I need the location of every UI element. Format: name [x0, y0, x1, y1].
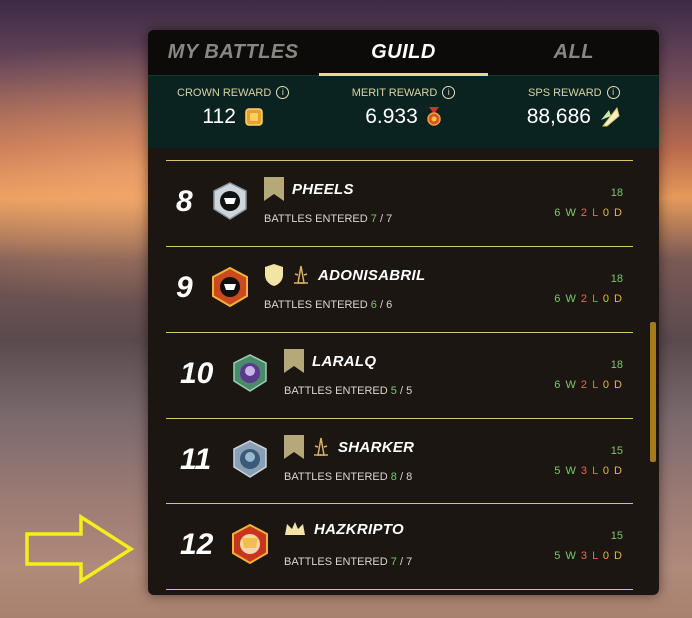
- avatar: [233, 354, 267, 392]
- battles-entered-count: 6: [370, 299, 377, 311]
- merit-reward-label: MERIT REWARD: [351, 86, 438, 99]
- tab-bar: MY BATTLES GUILD ALL: [148, 30, 659, 76]
- list-item[interactable]: 10 LARALQ BATTLES ENTERED 5 / 5 18 6 W 2…: [166, 332, 633, 418]
- sps-reward: SPS REWARD i 88,686: [489, 76, 659, 148]
- sps-reward-label: SPS REWARD: [528, 86, 602, 99]
- battles-entered: BATTLES ENTERED 5 / 5: [284, 385, 413, 397]
- battles-entered-label: BATTLES ENTERED: [284, 385, 388, 397]
- player-score: 15: [610, 530, 623, 542]
- sps-token-icon: [600, 106, 620, 127]
- draws: 0 D: [602, 465, 623, 477]
- losses: 3 L: [580, 465, 599, 477]
- player-name[interactable]: LARALQ: [312, 353, 376, 370]
- battles-entered: BATTLES ENTERED 7 / 7: [264, 213, 393, 225]
- list-scrollbar[interactable]: [650, 322, 656, 462]
- arrow-right-icon: [25, 514, 135, 584]
- battles-entered-count: 7: [390, 556, 397, 568]
- battles-entered: BATTLES ENTERED 6 / 6: [264, 299, 393, 311]
- player-name[interactable]: HAZKRIPTO: [314, 521, 404, 538]
- player-name[interactable]: ADONISABRIL: [318, 267, 425, 284]
- battles-entered-label: BATTLES ENTERED: [284, 556, 388, 568]
- list-item[interactable]: 9 ADONISABRIL BATTLES ENTERED 6 / 6 18 6…: [166, 246, 633, 332]
- guild-emblem-icon: [212, 267, 248, 307]
- losses: 2 L: [580, 379, 599, 391]
- win-loss-record: 6 W 2 L 0 D: [554, 379, 623, 391]
- player-score: 18: [610, 273, 623, 285]
- win-loss-record: 5 W 3 L 0 D: [554, 465, 623, 477]
- rank-number: 9: [176, 271, 193, 304]
- banner-icon: [284, 349, 304, 373]
- battles-entered: BATTLES ENTERED 7 / 7: [284, 556, 413, 568]
- rank-number: 12: [180, 528, 214, 561]
- losses: 2 L: [580, 207, 599, 219]
- win-loss-record: 6 W 2 L 0 D: [554, 293, 623, 305]
- rank-number: 10: [180, 357, 214, 390]
- battles-entered-label: BATTLES ENTERED: [264, 213, 368, 225]
- sps-reward-value: 88,686: [526, 105, 591, 128]
- losses: 3 L: [580, 550, 599, 562]
- player-name[interactable]: PHEELS: [292, 181, 354, 198]
- battles-total-count: 5: [406, 385, 413, 397]
- crown-reward-label: CROWN REWARD: [177, 86, 272, 99]
- player-name[interactable]: SHARKER: [338, 439, 414, 456]
- tab-all[interactable]: ALL: [489, 30, 659, 75]
- info-icon[interactable]: i: [276, 86, 290, 99]
- battles-entered-label: BATTLES ENTERED: [264, 299, 368, 311]
- info-icon[interactable]: i: [606, 86, 620, 99]
- draws: 0 D: [602, 379, 623, 391]
- rank-number: 8: [176, 185, 193, 218]
- list-item[interactable]: 12 HAZKRIPTO BATTLES ENTERED 7 / 7 15 5 …: [166, 503, 633, 590]
- wins: 5 W: [554, 550, 577, 562]
- battles-entered-count: 7: [370, 213, 377, 225]
- player-score: 18: [610, 359, 623, 371]
- lighthouse-icon: [314, 437, 328, 456]
- player-score: 18: [610, 187, 623, 199]
- crown-icon: [285, 522, 305, 535]
- active-tab-indicator: [319, 73, 488, 76]
- merit-reward: MERIT REWARD i 6.933: [318, 76, 488, 148]
- battles-entered-count: 8: [390, 471, 397, 483]
- tab-guild[interactable]: GUILD: [318, 30, 488, 75]
- win-loss-record: 6 W 2 L 0 D: [554, 207, 623, 219]
- guild-emblem-icon: [213, 182, 247, 220]
- rewards-bar: CROWN REWARD i 112 MERIT REWARD i 6.933 SP…: [148, 75, 659, 148]
- battles-entered: BATTLES ENTERED 8 / 8: [284, 471, 413, 483]
- draws: 0 D: [602, 207, 623, 219]
- win-loss-record: 5 W 3 L 0 D: [554, 550, 623, 562]
- list-item[interactable]: 8 PHEELS BATTLES ENTERED 7 / 7 18 6 W 2 …: [166, 160, 633, 246]
- draws: 0 D: [602, 550, 623, 562]
- guild-member-list: 8 PHEELS BATTLES ENTERED 7 / 7 18 6 W 2 …: [148, 148, 659, 595]
- avatar: [233, 440, 267, 478]
- crown-reward-value: 112: [202, 105, 236, 128]
- battles-total-count: 7: [386, 213, 393, 225]
- brawl-results-panel: MY BATTLES GUILD ALL CROWN REWARD i 112 M…: [148, 30, 659, 595]
- banner-icon: [284, 435, 304, 459]
- wins: 6 W: [554, 293, 577, 305]
- player-score: 15: [610, 445, 623, 457]
- wins: 5 W: [554, 465, 577, 477]
- info-icon[interactable]: i: [442, 86, 456, 99]
- wins: 6 W: [554, 379, 577, 391]
- battles-total-count: 8: [406, 471, 413, 483]
- banner-icon: [264, 177, 284, 201]
- tab-my-battles[interactable]: MY BATTLES: [148, 30, 318, 75]
- crown-reward: CROWN REWARD i 112: [148, 76, 318, 148]
- battles-entered-count: 5: [390, 385, 397, 397]
- crown-token-icon: [245, 108, 263, 126]
- losses: 2 L: [580, 293, 599, 305]
- list-item[interactable]: 11 SHARKER BATTLES ENTERED 8 / 8 15 5 W …: [166, 418, 633, 504]
- draws: 0 D: [602, 293, 623, 305]
- avatar: [232, 524, 268, 564]
- wins: 6 W: [554, 207, 577, 219]
- rank-number: 11: [180, 443, 212, 476]
- battles-total-count: 7: [406, 556, 413, 568]
- merit-reward-value: 6.933: [365, 105, 418, 128]
- battles-entered-label: BATTLES ENTERED: [284, 471, 388, 483]
- merit-medal-icon: [427, 107, 441, 126]
- battles-total-count: 6: [386, 299, 393, 311]
- lighthouse-icon: [294, 265, 308, 284]
- shield-icon: [265, 264, 283, 286]
